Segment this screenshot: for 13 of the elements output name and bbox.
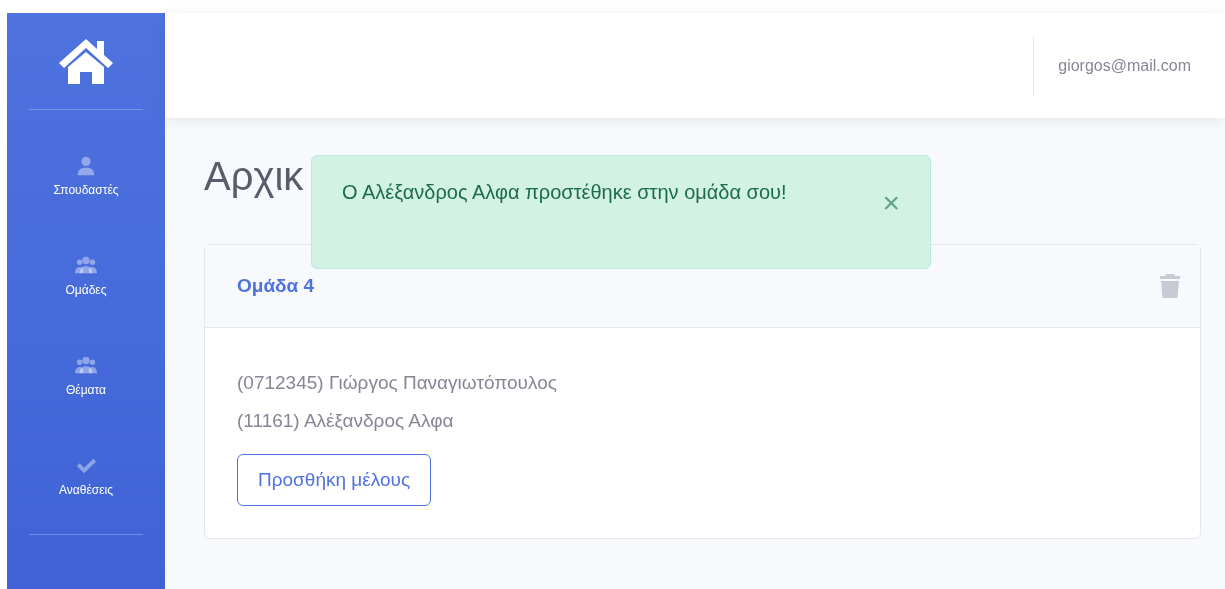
user-icon: [75, 155, 97, 177]
card-title: Ομάδα 4: [237, 275, 315, 297]
user-email[interactable]: giorgos@mail.com: [1058, 56, 1191, 75]
toast-message: Ο Αλέξανδρος Αλφα προστέθηκε στην ομάδα σου!: [342, 180, 788, 205]
member-entry: (11161) Αλέξανδρος Αλφα: [237, 409, 455, 433]
sidebar-item[interactable]: Σπουδαστές: [53, 183, 119, 197]
sidebar-item[interactable]: Θέματα: [65, 383, 106, 397]
member-entry: (0712345) Γιώργος Παναγιωτόπουλος: [237, 371, 558, 395]
close-button[interactable]: ×: [882, 188, 900, 218]
sidebar-item[interactable]: Ομάδες: [65, 283, 107, 297]
add-member-button[interactable]: Προσθήκη μέλους: [237, 454, 432, 506]
sidebar-item[interactable]: Αναθέσεις: [59, 483, 113, 497]
page-title: Αρχικ: [204, 153, 304, 200]
